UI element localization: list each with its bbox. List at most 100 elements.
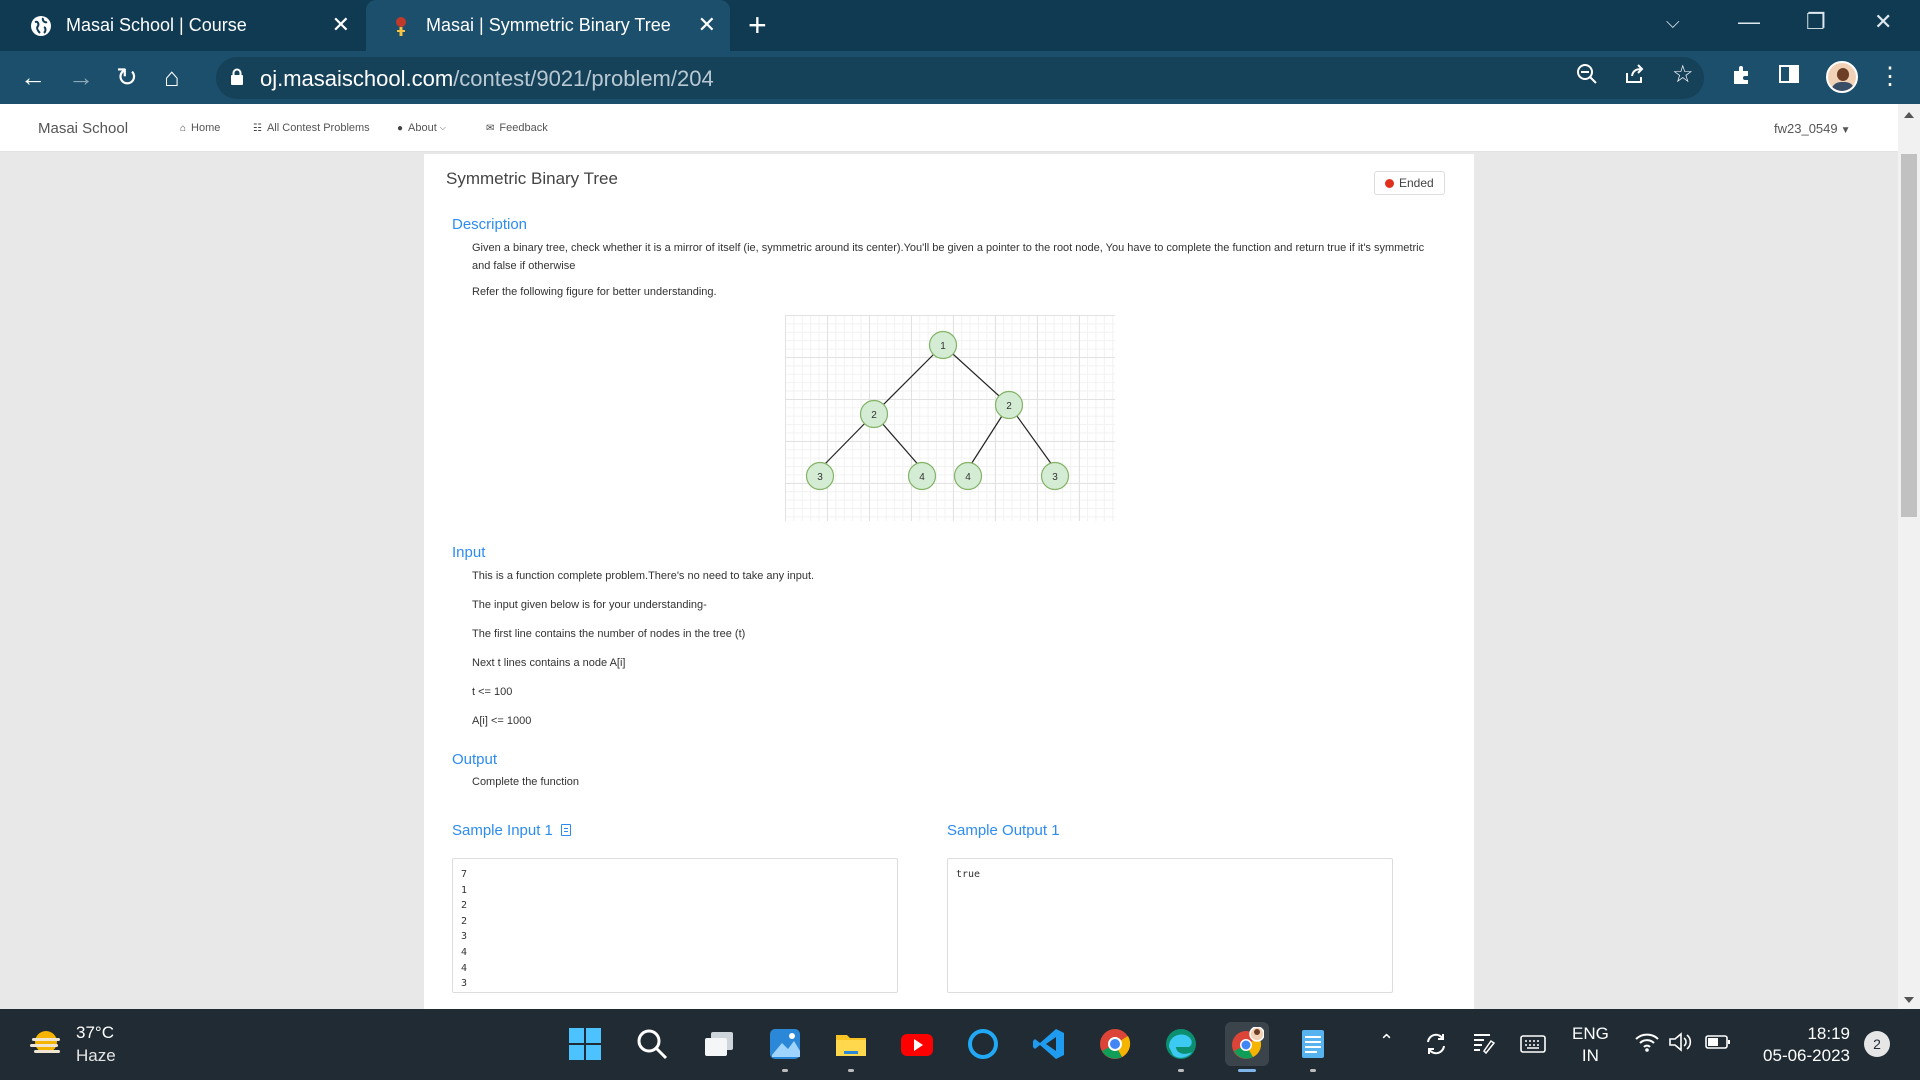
caret-down-icon: ▼: [1840, 125, 1851, 136]
tab-symmetric-binary-tree[interactable]: Masai | Symmetric Binary Tree ✕: [366, 0, 730, 51]
menu-kebab-icon[interactable]: ⋮: [1878, 63, 1902, 91]
user-menu[interactable]: fw23_0549 ▼: [1774, 121, 1851, 136]
tree-node-label: 2: [1006, 401, 1012, 412]
tree-node-label: 3: [1052, 472, 1058, 483]
side-panel-icon[interactable]: [1778, 63, 1800, 92]
edge-icon[interactable]: [1159, 1022, 1203, 1072]
new-tab-icon[interactable]: +: [748, 8, 767, 42]
home-icon[interactable]: ⌂: [164, 63, 180, 91]
youtube-app-icon[interactable]: [895, 1022, 939, 1066]
notepad-icon[interactable]: [1291, 1022, 1335, 1072]
reload-icon[interactable]: ↻: [116, 63, 138, 91]
info-icon: ●: [397, 122, 404, 134]
search-icon[interactable]: [630, 1022, 674, 1066]
copy-icon[interactable]: [560, 824, 571, 836]
tree-node-label: 3: [817, 472, 823, 483]
zoom-icon[interactable]: [1576, 63, 1598, 92]
chevron-down-icon: ⌵: [439, 123, 446, 132]
description-text: Given a binary tree, check whether it is…: [472, 242, 1425, 272]
photos-app-icon[interactable]: [763, 1022, 807, 1072]
restore-icon[interactable]: ❐: [1806, 10, 1826, 34]
input-line: t <= 100: [472, 686, 513, 698]
minimize-icon[interactable]: —: [1738, 10, 1760, 34]
battery-icon[interactable]: [1704, 1031, 1732, 1058]
close-tab-icon[interactable]: ✕: [332, 13, 350, 37]
weather-description[interactable]: Haze: [76, 1046, 116, 1066]
site-brand[interactable]: Masai School: [38, 120, 128, 137]
status-badge: Ended: [1374, 171, 1445, 195]
figure-caption: Refer the following figure for better un…: [472, 286, 717, 298]
sample-output-box[interactable]: true: [947, 858, 1393, 993]
extensions-icon[interactable]: [1730, 63, 1754, 94]
tree-node-label: 4: [965, 472, 971, 483]
input-line: A[i] <= 1000: [472, 715, 532, 727]
file-explorer-icon[interactable]: [829, 1022, 873, 1072]
touch-keyboard-icon[interactable]: [1519, 1031, 1547, 1062]
tree-node-label: 1: [940, 341, 946, 352]
chrome-profile-icon[interactable]: [1225, 1022, 1269, 1072]
problem-title: Symmetric Binary Tree: [446, 169, 618, 188]
tree-node-label: 4: [919, 472, 925, 483]
input-line: This is a function complete problem.Ther…: [472, 570, 815, 582]
weather-temperature[interactable]: 37°C: [76, 1023, 114, 1043]
input-line: The input given below is for your unders…: [472, 599, 707, 611]
input-heading: Input: [452, 544, 486, 561]
task-view-icon[interactable]: [697, 1022, 741, 1066]
bookmark-star-icon[interactable]: ☆: [1672, 61, 1694, 89]
close-window-icon[interactable]: ✕: [1874, 10, 1892, 34]
home-icon: ⌂: [180, 122, 187, 134]
sample-output-heading: Sample Output 1: [947, 822, 1060, 839]
site-header: Masai School ⌂ Home ☷ All Contest Problems…: [0, 104, 1898, 152]
show-hidden-icons-chevron[interactable]: ⌃: [1379, 1031, 1394, 1052]
back-icon[interactable]: ←: [20, 63, 46, 91]
input-language[interactable]: ENG IN: [1572, 1023, 1609, 1067]
input-line: The first line contains the number of no…: [472, 628, 746, 640]
output-heading: Output: [452, 751, 498, 768]
page-scrollbar[interactable]: [1898, 104, 1920, 1009]
tab-search-chevron-icon[interactable]: ⌵: [1666, 10, 1680, 34]
nav-all-contest-problems[interactable]: ☷ All Contest Problems: [253, 122, 370, 134]
system-clock[interactable]: 18:19 05-06-2023: [1752, 1023, 1850, 1067]
share-icon[interactable]: [1624, 63, 1646, 92]
notification-count-badge[interactable]: 2: [1864, 1031, 1890, 1057]
nav-feedback[interactable]: ✉ Feedback: [486, 122, 548, 134]
binary-tree-diagram: 1 2 2 3 4 4 3: [805, 330, 1070, 491]
forward-icon[interactable]: →: [68, 63, 94, 91]
address-bar[interactable]: oj.masaischool.com/contest/9021/problem/…: [216, 57, 1704, 99]
grid-icon: ☷: [253, 122, 262, 134]
cortana-icon[interactable]: [961, 1022, 1005, 1066]
vscode-icon[interactable]: [1027, 1022, 1071, 1066]
profile-avatar[interactable]: [1826, 61, 1858, 93]
tree-edge: [873, 344, 944, 415]
masai-favicon-icon: [390, 15, 412, 37]
close-tab-icon[interactable]: ✕: [698, 13, 716, 37]
sample-input-box[interactable]: 7 1 2 2 3 4 4 3: [452, 858, 898, 993]
windows-taskbar: 37°C Haze ⌃ ENG IN 18:19 05-06-2023 2: [0, 1009, 1920, 1080]
status-dot: [1385, 179, 1394, 188]
binary-tree-figure: 1 2 2 3 4 4 3: [785, 315, 1115, 521]
scroll-up-icon[interactable]: [1904, 112, 1914, 118]
pen-menu-icon[interactable]: [1471, 1031, 1497, 1062]
url-text: oj.masaischool.com/contest/9021/problem/…: [260, 66, 714, 91]
tab-title: Masai School | Course: [66, 15, 247, 35]
weather-haze-icon[interactable]: [28, 1026, 64, 1062]
browser-tabstrip: Masai School | Course ✕ Masai | Symmetri…: [0, 0, 1920, 51]
input-line: Next t lines contains a node A[i]: [472, 657, 626, 669]
scrollbar-thumb[interactable]: [1901, 154, 1917, 517]
sample-output-text: true: [956, 869, 981, 880]
sample-input-heading: Sample Input 1: [452, 822, 571, 839]
description-heading: Description: [452, 216, 528, 233]
sync-icon[interactable]: [1423, 1031, 1449, 1062]
nav-about[interactable]: ● About ⌵: [397, 122, 446, 134]
browser-toolbar: ← → ↻ ⌂ oj.masaischool.com/contest/9021/…: [0, 51, 1920, 104]
tab-masai-course[interactable]: Masai School | Course ✕: [0, 0, 364, 51]
sample-input-text: 7 1 2 2 3 4 4 3: [461, 869, 468, 990]
tab-title: Masai | Symmetric Binary Tree: [426, 15, 671, 35]
nav-home[interactable]: ⌂ Home: [180, 122, 220, 134]
chrome-icon[interactable]: [1093, 1022, 1137, 1066]
scroll-down-icon[interactable]: [1904, 997, 1914, 1003]
wifi-icon[interactable]: [1634, 1031, 1660, 1058]
start-windows-icon[interactable]: [563, 1022, 607, 1066]
volume-icon[interactable]: [1668, 1031, 1694, 1058]
globe-icon: [30, 15, 52, 37]
